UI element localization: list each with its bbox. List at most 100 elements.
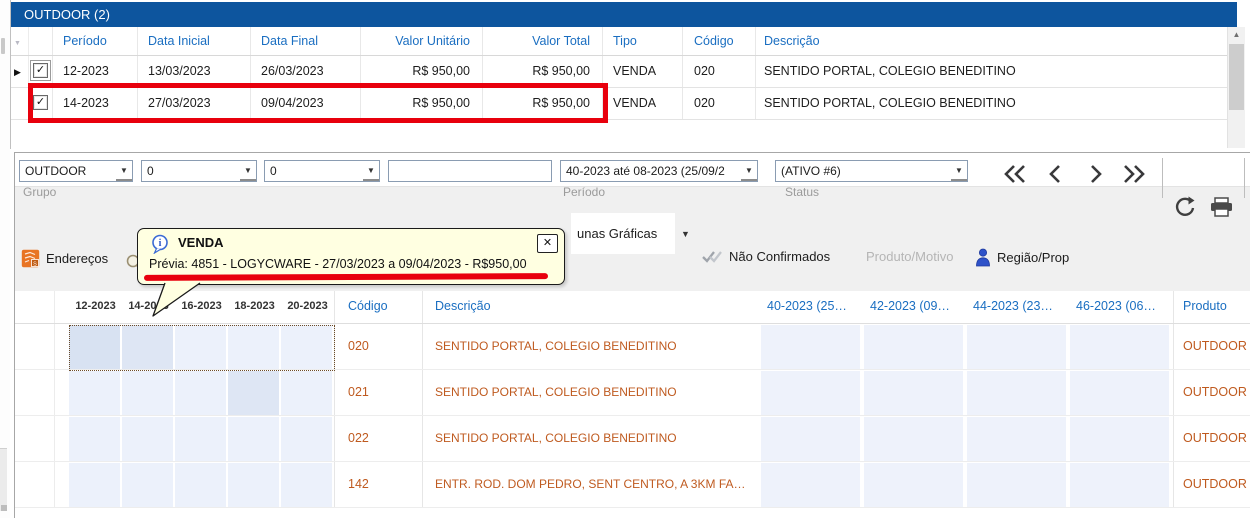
col-header-produto[interactable]: Produto: [1173, 291, 1250, 323]
chevron-down-icon[interactable]: ▼: [240, 161, 256, 181]
period-cell[interactable]: [967, 371, 1066, 415]
period-cell[interactable]: [967, 417, 1066, 461]
period-cell[interactable]: [122, 371, 173, 415]
period-col-header[interactable]: 44-2023 (23…: [967, 291, 1070, 323]
period-cell[interactable]: [281, 371, 332, 415]
period-cell[interactable]: [228, 325, 279, 369]
last-page-button[interactable]: [1120, 163, 1148, 185]
col-header-valor-unitario[interactable]: Valor Unitário: [361, 27, 483, 55]
period-cell[interactable]: [1070, 463, 1169, 507]
period-cell[interactable]: [228, 417, 279, 461]
periodo-combobox[interactable]: 40-2023 até 08-2023 (25/09/2 ▼: [560, 160, 758, 182]
close-icon[interactable]: ✕: [537, 234, 558, 253]
col-header-data-inicial[interactable]: Data Inicial: [138, 27, 251, 55]
status-combobox[interactable]: (ATIVO #6) ▼: [775, 160, 968, 182]
grupo-combobox[interactable]: OUTDOOR ▼: [19, 160, 133, 182]
period-cell[interactable]: [175, 417, 226, 461]
col-header-valor-total[interactable]: Valor Total: [483, 27, 603, 55]
splitter-grip[interactable]: [1, 38, 5, 54]
double-check-icon: [701, 249, 723, 264]
period-cell[interactable]: [864, 325, 963, 369]
period-cell[interactable]: [175, 371, 226, 415]
checkbox-checked[interactable]: ✓: [33, 63, 48, 78]
chevron-down-icon[interactable]: ▼: [363, 161, 379, 181]
period-cell[interactable]: [175, 325, 226, 369]
scroll-up-icon[interactable]: ▲: [1228, 27, 1245, 43]
col-header-descricao[interactable]: Descrição: [422, 291, 761, 323]
col-header-tipo[interactable]: Tipo: [603, 27, 683, 55]
vertical-scrollbar[interactable]: ▲: [1227, 27, 1245, 148]
period-cell[interactable]: [967, 463, 1066, 507]
period-cell[interactable]: [864, 417, 963, 461]
status-label: Status: [785, 185, 819, 199]
period-cell[interactable]: [1070, 417, 1169, 461]
search-input[interactable]: [388, 160, 552, 182]
period-cell[interactable]: [69, 417, 120, 461]
period-cell[interactable]: [761, 371, 860, 415]
filter3-combobox[interactable]: 0 ▼: [264, 160, 380, 182]
period-col-header[interactable]: 20-2023: [281, 291, 334, 323]
print-icon[interactable]: [1209, 197, 1235, 223]
period-cell[interactable]: [1070, 371, 1169, 415]
period-cell[interactable]: [175, 463, 226, 507]
period-col-header[interactable]: 12-2023: [69, 291, 122, 323]
period-cell[interactable]: [761, 463, 860, 507]
regiao-prop-button[interactable]: Região/Prop: [975, 248, 1069, 267]
period-col-header[interactable]: 46-2023 (06…: [1070, 291, 1173, 323]
filter2-combobox[interactable]: 0 ▼: [141, 160, 257, 182]
checkbox-column-header: [29, 27, 53, 55]
cell-produto: OUTDOOR: [1173, 324, 1250, 369]
col-header-data-final[interactable]: Data Final: [251, 27, 361, 55]
period-cell[interactable]: [1070, 325, 1169, 369]
nao-confirmados-button[interactable]: Não Confirmados: [701, 249, 830, 264]
chevron-down-icon[interactable]: ▼: [681, 229, 690, 239]
chevron-down-icon[interactable]: ▼: [741, 161, 757, 181]
location-row[interactable]: 142 ENTR. ROD. DOM PEDRO, SENT CENTRO, A…: [15, 462, 1250, 508]
cell-descricao: SENTIDO PORTAL, COLEGIO BENEDITINO: [422, 370, 761, 415]
period-cell[interactable]: [281, 325, 332, 369]
location-row[interactable]: 020 SENTIDO PORTAL, COLEGIO BENEDITINO O…: [15, 324, 1250, 370]
period-cell[interactable]: [281, 417, 332, 461]
cell-descricao: SENTIDO PORTAL, COLEGIO BENEDITINO: [756, 88, 1227, 119]
period-cell[interactable]: [69, 463, 120, 507]
cell-codigo: 022: [334, 416, 422, 461]
col-header-codigo[interactable]: Código: [683, 27, 756, 55]
location-row[interactable]: 021 SENTIDO PORTAL, COLEGIO BENEDITINO O…: [15, 370, 1250, 416]
period-col-header[interactable]: 42-2023 (09…: [864, 291, 967, 323]
next-page-button[interactable]: [1081, 163, 1109, 185]
period-cell[interactable]: [122, 463, 173, 507]
period-cell[interactable]: [761, 325, 860, 369]
previous-page-button[interactable]: [1042, 163, 1070, 185]
period-cell-occupied[interactable]: [122, 325, 173, 369]
period-cell[interactable]: [864, 463, 963, 507]
location-row[interactable]: 022 SENTIDO PORTAL, COLEGIO BENEDITINO O…: [15, 416, 1250, 462]
chevron-down-icon[interactable]: ▼: [116, 161, 132, 181]
cell-descricao: SENTIDO PORTAL, COLEGIO BENEDITINO: [422, 324, 761, 369]
period-cell-occupied[interactable]: [228, 371, 279, 415]
filter-icon[interactable]: ▼: [11, 27, 29, 55]
period-col-header[interactable]: 18-2023: [228, 291, 281, 323]
nao-confirmados-label: Não Confirmados: [729, 249, 830, 264]
enderecos-button[interactable]: S Endereços: [21, 249, 108, 268]
period-cell[interactable]: [761, 417, 860, 461]
period-cell[interactable]: [69, 371, 120, 415]
period-cell[interactable]: [122, 417, 173, 461]
period-cell[interactable]: [281, 463, 332, 507]
cell-codigo: 020: [334, 324, 422, 369]
first-page-button[interactable]: [1001, 163, 1029, 185]
period-cell-occupied[interactable]: [69, 325, 120, 369]
colunas-graficas-button[interactable]: unas Gráficas: [571, 213, 675, 254]
col-header-codigo[interactable]: Código: [334, 291, 422, 323]
refresh-icon[interactable]: [1173, 195, 1197, 224]
col-header-periodo[interactable]: Período: [53, 27, 138, 55]
grupo-label: Grupo: [23, 185, 56, 199]
scrollbar-thumb[interactable]: [1229, 44, 1244, 110]
left-splitter[interactable]: [0, 0, 10, 518]
period-cell[interactable]: [228, 463, 279, 507]
period-col-header[interactable]: 40-2023 (25…: [761, 291, 864, 323]
period-cell[interactable]: [967, 325, 1066, 369]
period-cell[interactable]: [864, 371, 963, 415]
chevron-down-icon[interactable]: ▼: [951, 161, 967, 181]
col-header-descricao[interactable]: Descrição: [756, 27, 1227, 55]
tooltip-body: Prévia: 4851 - LOGYCWARE - 27/03/2023 a …: [149, 257, 527, 271]
